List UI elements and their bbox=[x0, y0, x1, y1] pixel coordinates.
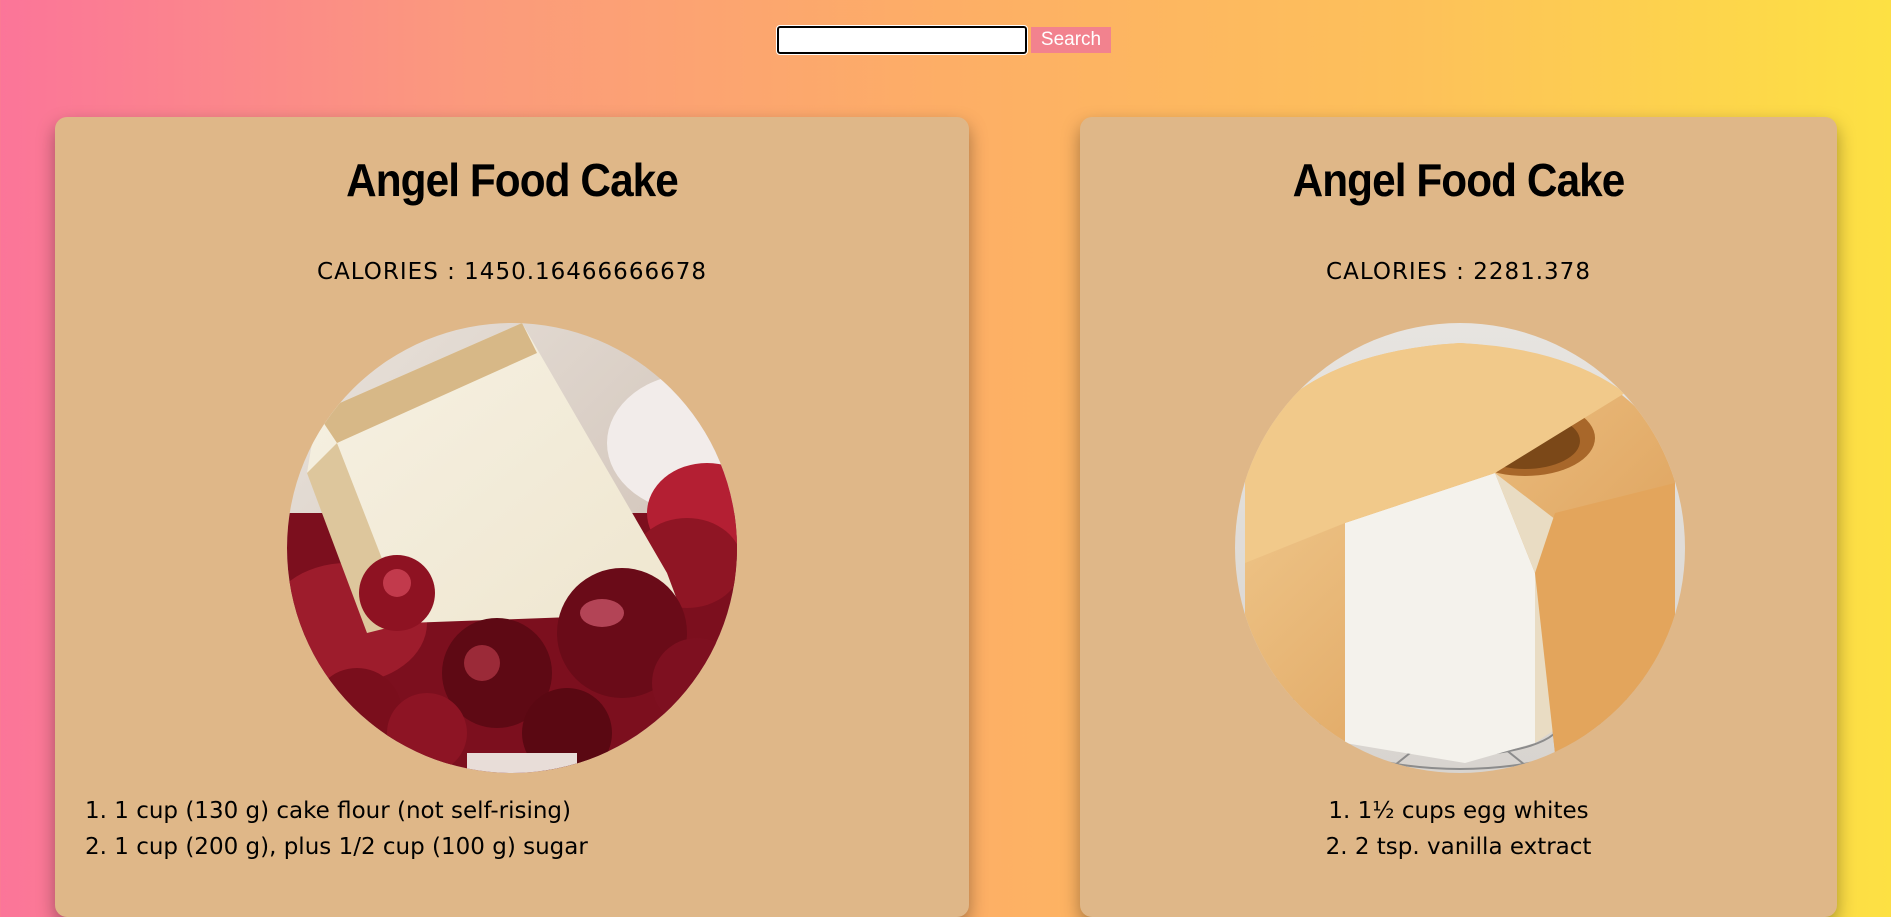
recipe-calories: CALORIES : 2281.378 bbox=[1326, 259, 1591, 285]
ingredient-item: 2. 1 cup (200 g), plus 1/2 cup (100 g) s… bbox=[85, 834, 588, 860]
search-button[interactable]: Search bbox=[1031, 27, 1111, 53]
ingredient-item: 1. 1½ cups egg whites bbox=[1328, 798, 1589, 824]
recipe-title: Angel Food Cake bbox=[1292, 154, 1626, 206]
recipe-calories: CALORIES : 1450.16466666678 bbox=[317, 259, 707, 285]
recipe-image bbox=[1235, 323, 1685, 773]
search-input[interactable] bbox=[776, 25, 1028, 55]
recipe-card: Angel Food Cake CALORIES : 2281.378 1. 1… bbox=[1080, 117, 1837, 917]
ingredient-item: 2. 2 tsp. vanilla extract bbox=[1325, 834, 1592, 860]
recipe-image bbox=[287, 323, 737, 773]
ingredient-item: 1. 1 cup (130 g) cake flour (not self-ri… bbox=[85, 798, 571, 824]
recipe-title: Angel Food Cake bbox=[346, 154, 679, 206]
search-bar: Search bbox=[776, 25, 1111, 55]
ingredient-list: 1. 1 cup (130 g) cake flour (not self-ri… bbox=[85, 793, 588, 865]
ingredient-list: 1. 1½ cups egg whites 2. 2 tsp. vanilla … bbox=[1080, 793, 1837, 865]
recipe-card: Angel Food Cake CALORIES : 1450.16466666… bbox=[55, 117, 969, 917]
